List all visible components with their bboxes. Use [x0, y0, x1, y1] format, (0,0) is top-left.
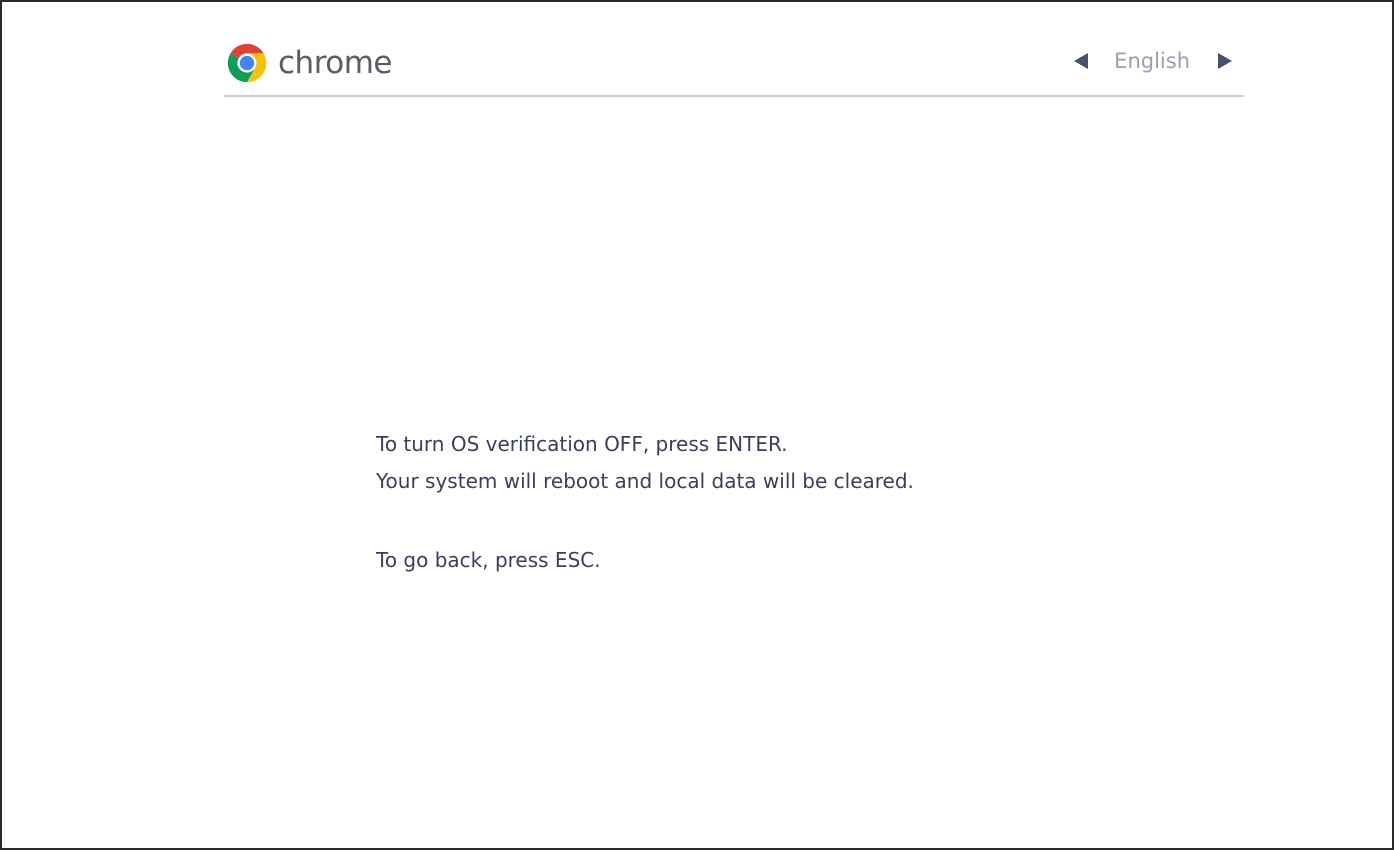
firmware-screen: chrome English To turn OS verification O…	[0, 0, 1394, 850]
chrome-logo-text: chrome	[278, 45, 393, 81]
esc-instruction: To go back, press ESC.	[376, 548, 601, 572]
language-label: English	[1114, 49, 1190, 73]
header-divider	[224, 95, 1244, 97]
chrome-logo: chrome	[224, 40, 393, 86]
language-selector[interactable]: English	[1070, 49, 1236, 73]
instructions: To turn OS verification OFF, press ENTER…	[376, 426, 914, 579]
chrome-logo-icon	[227, 43, 267, 83]
reboot-warning: Your system will reboot and local data w…	[376, 469, 914, 493]
enter-instruction: To turn OS verification OFF, press ENTER…	[376, 432, 788, 456]
triangle-right-icon[interactable]	[1214, 50, 1236, 72]
triangle-left-icon[interactable]	[1070, 50, 1092, 72]
header: chrome English	[224, 36, 1244, 96]
